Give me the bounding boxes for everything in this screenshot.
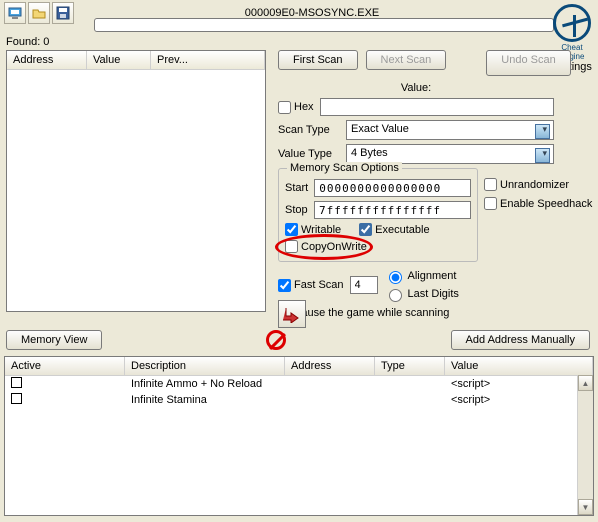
start-address-input[interactable] [314,179,471,197]
row-active-checkbox[interactable] [11,393,22,404]
ct-col-type[interactable]: Type [375,357,445,375]
arrow-down-right-icon [283,305,301,323]
scan-type-label: Scan Type [278,124,340,136]
target-icon [553,4,591,42]
undo-scan-button: Undo Scan [486,50,570,76]
scroll-down-button[interactable]: ▼ [578,499,593,515]
lastdigits-radio[interactable]: Last Digits [384,286,459,302]
folder-open-icon [32,6,46,20]
open-process-button[interactable] [4,2,26,24]
mem-opts-title: Memory Scan Options [287,162,402,174]
speedhack-checkbox[interactable]: Enable Speedhack [484,197,592,210]
copy-selected-button[interactable] [278,300,306,328]
ct-col-description[interactable]: Description [125,357,285,375]
value-type-label: Value Type [278,148,340,160]
table-row[interactable]: Infinite Stamina <script> [5,392,593,408]
first-scan-button[interactable]: First Scan [278,50,358,70]
unrandomizer-checkbox[interactable]: Unrandomizer [484,178,569,191]
cheat-table-scrollbar[interactable]: ▲ ▼ [577,375,593,515]
ct-col-address[interactable]: Address [285,357,375,375]
scroll-up-button[interactable]: ▲ [578,375,593,391]
stop-address-input[interactable] [314,201,471,219]
cheat-table[interactable]: Active Description Address Type Value In… [4,356,594,516]
col-prev[interactable]: Prev... [151,51,265,69]
next-scan-button: Next Scan [366,50,447,70]
save-button[interactable] [52,2,74,24]
floppy-icon [56,6,70,20]
memory-view-button[interactable]: Memory View [6,330,102,350]
open-file-button[interactable] [28,2,50,24]
hex-checkbox[interactable]: Hex [278,101,314,114]
ct-col-active[interactable]: Active [5,357,125,375]
executable-checkbox[interactable]: Executable [359,223,429,236]
ct-col-value[interactable]: Value [445,357,593,375]
row-active-checkbox[interactable] [11,377,22,388]
copyonwrite-checkbox[interactable]: CopyOnWrite [285,240,367,253]
progress-bar [94,18,554,32]
add-address-manually-button[interactable]: Add Address Manually [451,330,590,350]
col-value[interactable]: Value [87,51,151,69]
computer-icon [8,6,22,20]
scan-type-select[interactable]: Exact Value [346,120,554,140]
found-count: Found: 0 [6,36,49,48]
value-label: Value: [278,82,554,94]
value-type-select[interactable]: 4 Bytes [346,144,554,164]
col-address[interactable]: Address [7,51,87,69]
alignment-radio[interactable]: Alignment [384,268,459,284]
fastscan-value-input[interactable] [350,276,378,294]
found-address-list[interactable]: Address Value Prev... [6,50,266,312]
writable-checkbox[interactable]: Writable [285,223,341,236]
clear-list-button[interactable] [266,330,286,350]
table-row[interactable]: Infinite Ammo + No Reload <script> [5,376,593,392]
scan-value-input[interactable] [320,98,554,116]
fastscan-checkbox[interactable]: Fast Scan [278,279,344,292]
